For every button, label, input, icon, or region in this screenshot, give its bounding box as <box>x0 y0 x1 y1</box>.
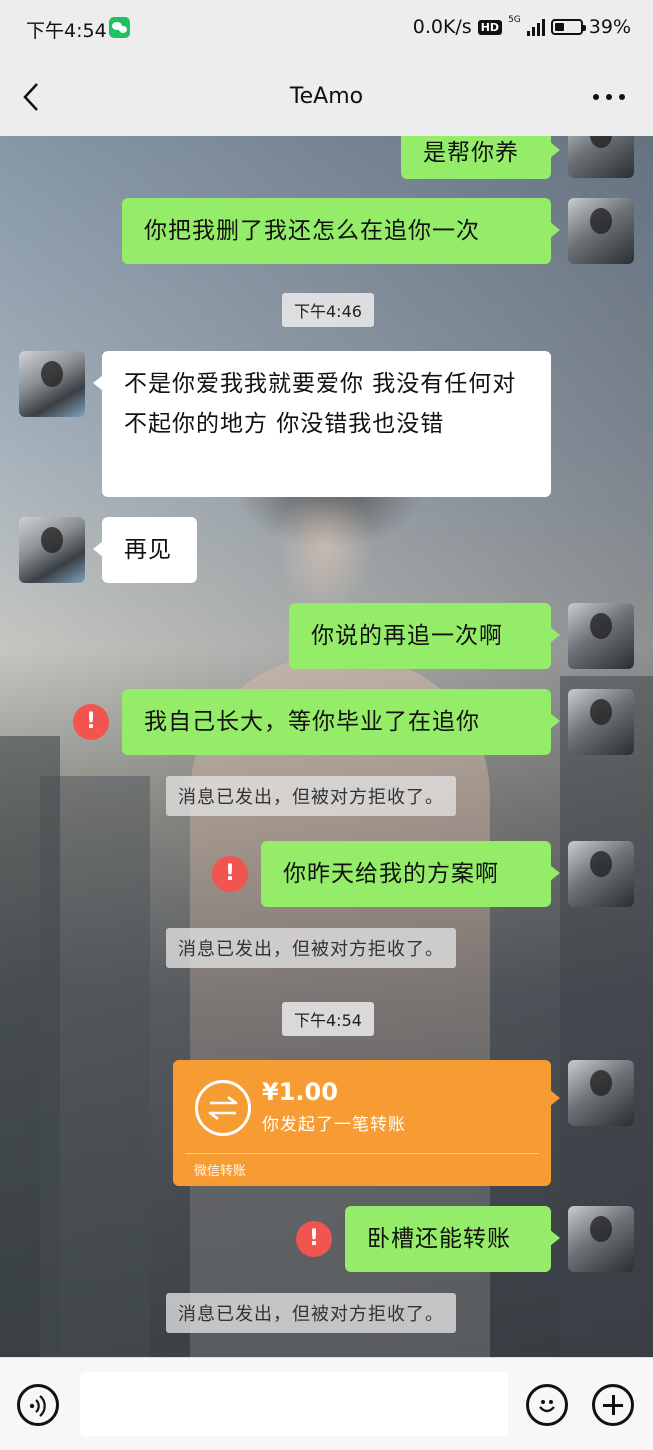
send-failed-icon[interactable]: ! <box>296 1221 332 1257</box>
chat-message-list[interactable]: 是帮你养 你把我删了我还怎么在追你一次 下午4:46 不是你爱我我就要爱你 我没… <box>0 136 653 1357</box>
chat-header: TeAmo <box>0 58 653 136</box>
message-text: 卧槽还能转账 <box>367 1226 511 1252</box>
battery-percent: 39% <box>588 16 631 38</box>
chat-timestamp: 下午4:46 <box>282 293 374 327</box>
plus-icon[interactable] <box>592 1384 634 1426</box>
message-bubble-sent[interactable]: 你把我删了我还怎么在追你一次 <box>122 198 560 264</box>
message-text: 不是你爱我我就要爱你 我没有任何对不起你的地方 你没错我也没错 <box>124 371 517 437</box>
avatar[interactable] <box>19 517 85 583</box>
transfer-description: 你发起了一笔转账 <box>262 1115 406 1135</box>
transfer-divider <box>185 1153 539 1154</box>
message-text: 你说的再追一次啊 <box>311 623 503 649</box>
hd-icon: HD <box>477 19 503 35</box>
background-building <box>40 776 150 1357</box>
message-text: 你把我删了我还怎么在追你一次 <box>144 218 480 244</box>
network-type: 5G <box>508 15 521 25</box>
avatar[interactable] <box>568 1060 634 1126</box>
more-dots-icon[interactable] <box>593 94 625 100</box>
signal-icon <box>526 18 545 36</box>
transfer-icon <box>195 1080 251 1136</box>
avatar[interactable] <box>568 841 634 907</box>
message-bubble-sent[interactable]: 你昨天给我的方案啊 <box>261 841 560 907</box>
avatar[interactable] <box>568 603 634 669</box>
chat-timestamp: 下午4:54 <box>282 1002 374 1036</box>
wechat-notification-icon <box>109 17 130 38</box>
avatar[interactable] <box>568 689 634 755</box>
avatar[interactable] <box>19 351 85 417</box>
rejected-notice: 消息已发出，但被对方拒收了。 <box>166 1293 456 1333</box>
chat-title: TeAmo <box>289 84 364 109</box>
network-speed: 0.0K/s <box>412 16 472 38</box>
status-indicators: 0.0K/s HD 5G 39% <box>412 15 631 38</box>
send-failed-icon[interactable]: ! <box>73 704 109 740</box>
transfer-amount: ¥1.00 <box>262 1078 338 1106</box>
message-bubble-sent[interactable]: 是帮你养 <box>401 136 560 179</box>
avatar[interactable] <box>568 1206 634 1272</box>
message-text: 你昨天给我的方案啊 <box>283 861 499 887</box>
emoji-icon[interactable] <box>526 1384 568 1426</box>
message-bubble-received[interactable]: 再见 <box>93 517 197 583</box>
message-bubble-sent[interactable]: 你说的再追一次啊 <box>289 603 560 669</box>
transfer-footer: 微信转账 <box>194 1164 247 1179</box>
message-bubble-received[interactable]: 不是你爱我我就要爱你 我没有任何对不起你的地方 你没错我也没错 <box>93 351 551 497</box>
message-input-bar <box>0 1357 653 1450</box>
message-input[interactable] <box>80 1372 508 1436</box>
status-time: 下午4:54 <box>26 20 107 42</box>
message-bubble-sent[interactable]: 我自己长大，等你毕业了在追你 <box>122 689 560 755</box>
message-bubble-sent[interactable]: 卧槽还能转账 <box>345 1206 560 1272</box>
avatar[interactable] <box>568 136 634 178</box>
message-text: 是帮你养 <box>423 140 519 166</box>
avatar[interactable] <box>568 198 634 264</box>
rejected-notice: 消息已发出，但被对方拒收了。 <box>166 776 456 816</box>
status-bar: 下午4:54 0.0K/s HD 5G 39% <box>0 0 653 58</box>
send-failed-icon[interactable]: ! <box>212 856 248 892</box>
battery-icon <box>550 19 586 35</box>
voice-icon[interactable] <box>17 1384 59 1426</box>
message-text: 我自己长大，等你毕业了在追你 <box>144 709 480 735</box>
transfer-card[interactable]: ¥1.00 你发起了一笔转账 微信转账 <box>173 1060 560 1186</box>
rejected-notice: 消息已发出，但被对方拒收了。 <box>166 928 456 968</box>
message-text: 再见 <box>124 537 172 563</box>
phone-screen: 下午4:54 0.0K/s HD 5G 39% TeAmo 是帮你养 你把我删了… <box>0 0 653 1450</box>
